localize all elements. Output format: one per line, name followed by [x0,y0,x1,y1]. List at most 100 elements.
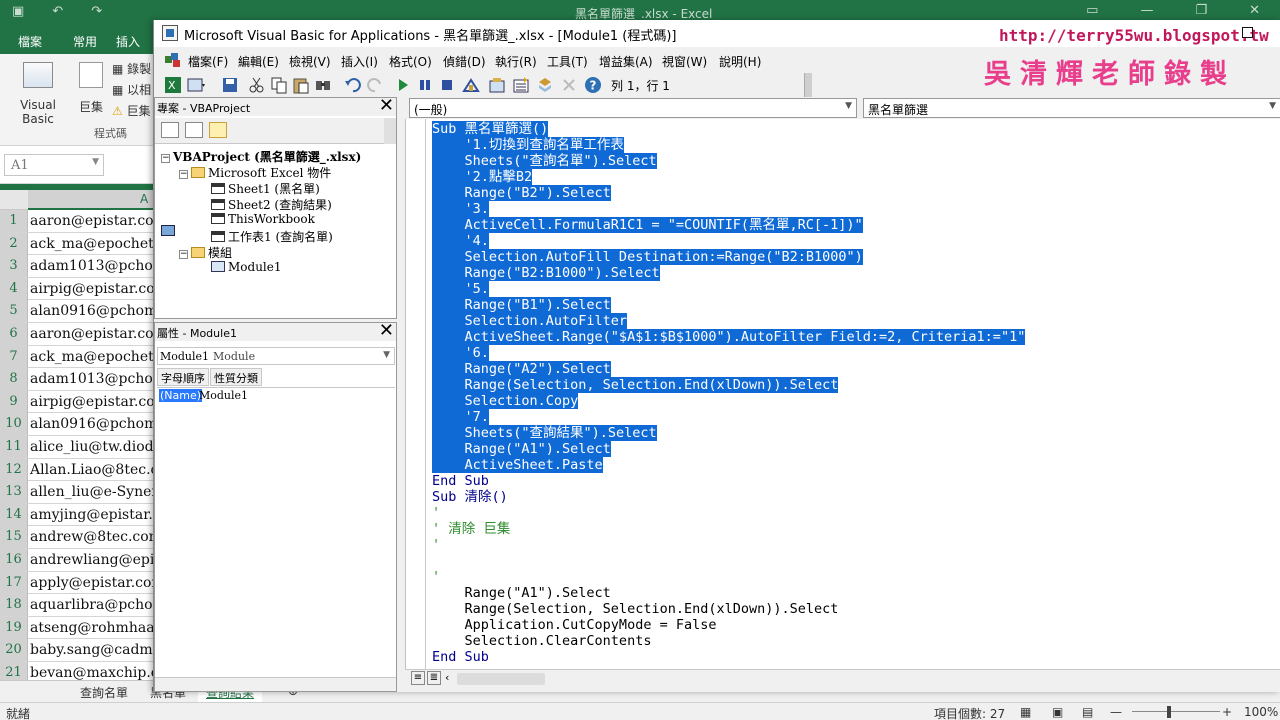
close-icon[interactable]: ✕ [379,97,394,115]
design-mode-icon[interactable] [462,76,480,94]
redo-icon[interactable] [366,76,384,94]
code-line[interactable]: Sheets("查詢名單").Select [432,153,1025,169]
collapse-icon[interactable]: − [179,170,188,179]
normal-view-icon[interactable]: ▦ [1020,705,1031,719]
code-line[interactable]: '4. [432,233,1025,249]
tree-node-sheet1[interactable]: Sheet1 (黑名單) [211,180,320,197]
property-row-name[interactable]: (Name) Module1 [157,387,395,403]
row-number[interactable]: 9 [0,390,28,413]
column-a-header[interactable] [28,190,158,210]
code-line[interactable]: Selection.AutoFill Destination:=Range("B… [432,249,1025,265]
tree-node-excel-objects[interactable]: − Microsoft Excel 物件 [179,164,331,181]
visual-basic-button[interactable]: Visual Basic [4,58,72,138]
code-line[interactable]: Sub 黑名單篩選() [432,121,1025,137]
view-object-icon[interactable] [185,122,203,138]
toolbar-grip[interactable] [804,73,812,97]
code-line[interactable]: Range("B2").Select [432,185,1025,201]
row-number[interactable]: 4 [0,277,28,300]
code-line[interactable]: ' [432,505,1025,521]
cut-icon[interactable] [248,76,266,94]
code-line[interactable]: ' 清除 巨集 [432,521,1025,537]
cell-value[interactable]: airpig@epistar.com. [30,278,172,300]
page-layout-icon[interactable]: ▣ [1052,705,1063,719]
code-margin-indicator[interactable] [406,119,426,669]
code-line[interactable]: '7. [432,409,1025,425]
menu-view[interactable]: 檢視(V) [289,53,331,70]
tree-node-module1[interactable]: Module1 [211,260,282,274]
sheet-tab-query-list[interactable]: 查詢名單 [72,682,136,703]
code-line[interactable]: Range(Selection, Selection.End(xlDown)).… [432,601,1025,617]
code-line[interactable]: '3. [432,201,1025,217]
cell-value[interactable]: alan0916@pchome. [30,300,170,322]
zoom-in-icon[interactable]: + [1222,705,1232,719]
row-number[interactable]: 12 [0,458,28,481]
tree-node-vbaproject[interactable]: − VBAProject (黑名單篩選_.xlsx) [161,148,361,236]
row-number[interactable]: 10 [0,413,28,436]
menu-tools[interactable]: 工具(T) [547,53,588,70]
scroll-left-icon[interactable]: ‹ [445,671,449,684]
relative-ref-button[interactable]: ▦ 以相 [112,81,151,98]
tab-file[interactable]: 檔案 [18,33,42,50]
cell-value[interactable]: airpig@epistar.com. [30,391,172,413]
menu-insert[interactable]: 插入(I) [341,53,378,70]
cell-value[interactable]: andrew@8tec.com [30,526,162,548]
page-break-icon[interactable]: ▤ [1082,705,1093,719]
object-browser-icon[interactable] [536,76,554,94]
code-line[interactable]: '2.點擊B2 [432,169,1025,185]
properties-window-icon[interactable] [512,76,530,94]
restore-window-icon[interactable] [1242,27,1253,38]
run-icon[interactable] [394,76,412,94]
row-number[interactable]: 15 [0,526,28,549]
find-icon[interactable] [314,76,332,94]
cell-value[interactable]: alice_liu@tw.diodes [30,436,169,458]
project-explorer-icon[interactable] [488,76,506,94]
redo-icon[interactable]: ↷ [91,4,102,19]
code-line[interactable]: Range(Selection, Selection.End(xlDown)).… [432,377,1025,393]
code-lines[interactable]: Sub 黑名單篩選() '1.切換到查詢名單工作表 Sheets("查詢名單")… [432,121,1026,665]
zoom-thumb[interactable] [1167,706,1171,718]
menu-debug[interactable]: 偵錯(D) [443,53,486,70]
menu-run[interactable]: 執行(R) [495,53,537,70]
menu-help[interactable]: 說明(H) [719,53,761,70]
save-icon[interactable] [221,76,239,94]
row-number[interactable]: 5 [0,300,28,323]
view-code-icon[interactable] [161,122,179,138]
row-number[interactable]: 1 [0,210,28,232]
code-line[interactable]: End Sub [432,473,1025,489]
cell-value[interactable]: allen_liu@e-Synerg [30,481,167,503]
code-line[interactable]: Range("A1").Select [432,585,1025,601]
menu-file[interactable]: 檔案(F) [188,53,228,70]
code-line[interactable]: End Sub [432,649,1025,665]
procedure-dropdown[interactable]: 黑名單篩選 ▼ [863,98,1280,118]
toolbox-icon[interactable] [560,76,578,94]
code-line[interactable]: ActiveCell.FormulaR1C1 = "=COUNTIF(黑名單,R… [432,217,1025,233]
maximize-icon[interactable]: ❐ [1195,3,1207,18]
excel-view-icon[interactable]: X [164,76,182,94]
code-line[interactable]: Range("B1").Select [432,297,1025,313]
full-module-view-icon[interactable]: ≣ [427,671,441,685]
code-line[interactable]: Range("B2:B1000").Select [432,265,1025,281]
cell-value[interactable]: baby.sang@cadmen [30,639,170,661]
row-number[interactable]: 14 [0,503,28,526]
code-line[interactable]: ActiveSheet.Paste [432,457,1025,473]
row-number[interactable]: 17 [0,571,28,594]
code-line[interactable]: ' [432,537,1025,553]
object-selector[interactable]: Module1 Module ▼ [157,347,395,365]
close-icon[interactable]: ✕ [379,322,394,340]
record-macro-button[interactable]: ▦ 錄製 [112,60,151,77]
save-icon[interactable]: ▣ [12,4,24,19]
code-line[interactable]: '1.切換到查詢名單工作表 [432,137,1025,153]
code-line[interactable]: Range("A2").Select [432,361,1025,377]
row-number[interactable]: 18 [0,594,28,617]
help-icon[interactable]: ? [584,76,602,94]
cell-value[interactable]: aaron@epistar.com. [30,210,171,232]
code-line[interactable]: Sheets("查詢結果").Select [432,425,1025,441]
tree-node-worksheet1[interactable]: 工作表1 (查詢名單) [211,228,333,245]
reset-icon[interactable] [438,76,456,94]
break-icon[interactable] [416,76,434,94]
tab-categorized[interactable]: 性質分類 [210,368,262,386]
cell-value[interactable]: amyjing@epistar.co [30,504,169,526]
row-number[interactable]: 19 [0,616,28,639]
cell-value[interactable]: apply@epistar.com. [30,572,169,594]
row-number[interactable]: 6 [0,322,28,345]
